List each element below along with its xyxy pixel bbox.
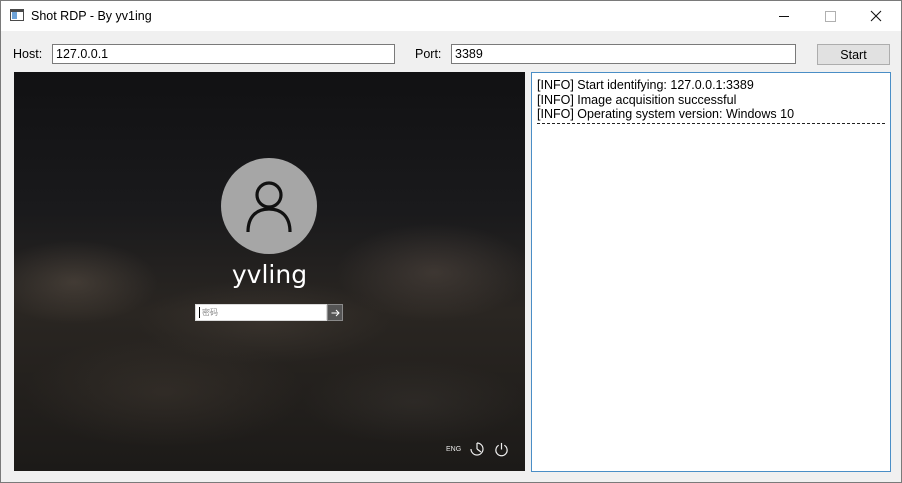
power-icon [494,441,509,457]
arrow-right-icon [331,309,340,316]
password-input: 密码 [195,304,327,321]
log-line: [INFO] Image acquisition successful [537,92,737,107]
start-button[interactable]: Start [817,44,890,65]
host-input[interactable] [52,44,395,64]
user-avatar [221,158,317,254]
language-indicator: ENG [446,445,462,453]
minimize-icon [779,15,789,17]
port-label: Port: [415,47,442,61]
maximize-button[interactable] [807,1,853,31]
window-title: Shot RDP - By yv1ing [31,9,152,23]
password-placeholder: 密码 [202,308,218,317]
submit-arrow-button [327,304,343,321]
app-icon [10,9,24,21]
host-label: Host: [13,47,43,61]
log-line: [INFO] Start identifying: 127.0.0.1:3389 [537,78,754,92]
app-window: Shot RDP - By yv1ing Host: Port: Start y… [0,0,902,483]
user-avatar-icon [246,181,292,233]
text-caret [199,307,200,318]
lockscreen-username: yvling [231,260,308,289]
log-output[interactable]: [INFO] Start identifying: 127.0.0.1:3389… [531,72,891,472]
title-bar[interactable]: Shot RDP - By yv1ing [1,1,901,31]
log-line: [INFO] Operating system version: Windows… [537,107,795,121]
close-icon [870,10,882,22]
maximize-icon [824,10,836,22]
close-button[interactable] [853,1,899,31]
log-separator [537,122,885,124]
minimize-button[interactable] [761,1,807,31]
port-input[interactable] [451,44,796,64]
ease-of-access-icon [469,441,485,457]
rdp-screenshot-preview: yvling 密码 ENG [14,72,525,471]
